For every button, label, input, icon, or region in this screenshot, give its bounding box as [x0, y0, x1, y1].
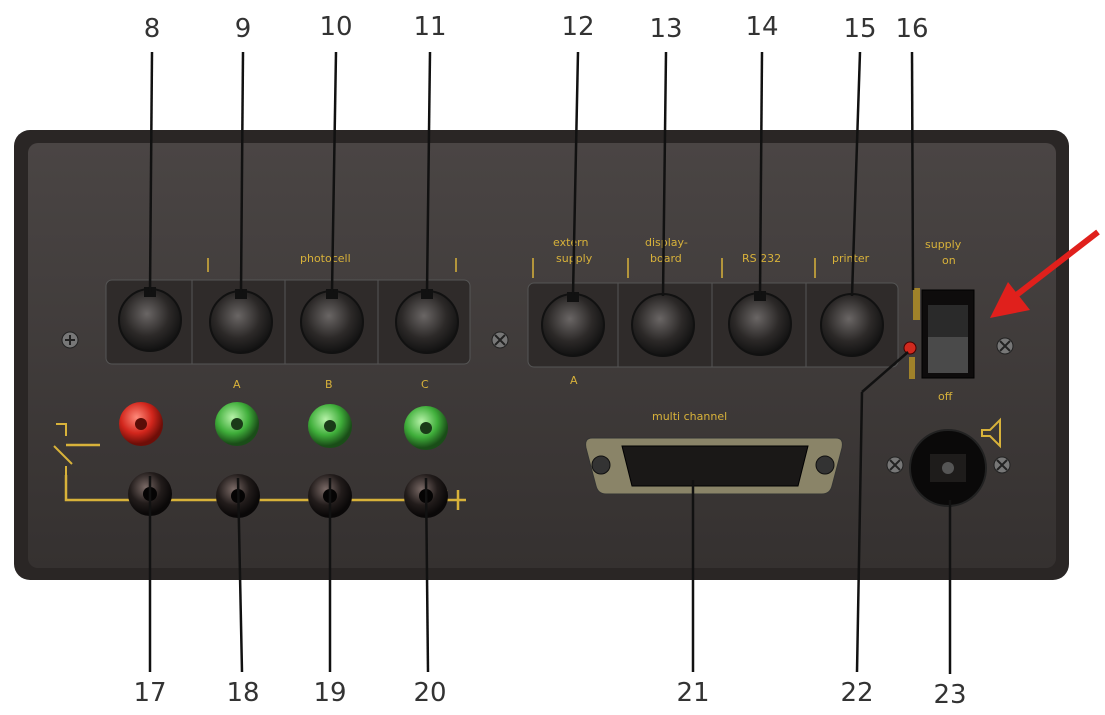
- printer-label: printer: [832, 252, 870, 265]
- a-under-label: A: [570, 374, 578, 387]
- jack-hole: [135, 418, 147, 430]
- jack-hole: [420, 422, 432, 434]
- display-board-label-1: display-: [645, 236, 688, 249]
- jack-a-label: A: [233, 378, 241, 391]
- screw-icon: [996, 337, 1014, 355]
- supply-label: supply: [925, 238, 962, 251]
- off-label: off: [938, 390, 953, 403]
- led-indicator: [903, 341, 917, 355]
- jack-hole: [324, 420, 336, 432]
- jack-b-label: B: [325, 378, 333, 391]
- speaker-socket: [909, 429, 987, 507]
- din-socket-10: [300, 289, 364, 354]
- screw-icon: [886, 456, 904, 474]
- din-socket-13: [631, 293, 695, 357]
- din-socket-14: [728, 291, 792, 356]
- on-label: on: [942, 254, 956, 267]
- din-socket-12: [541, 292, 605, 357]
- din-socket-15: [820, 293, 884, 357]
- din-socket-11: [395, 289, 459, 354]
- multi-channel-d-sub-connector: [585, 437, 843, 495]
- fuse-marker: [913, 288, 920, 320]
- rear-panel-photo: photocell extern supply display- board R…: [14, 51, 1100, 674]
- din-socket-9: [209, 289, 273, 354]
- fuse-marker: [909, 357, 915, 379]
- screw-icon: [491, 331, 509, 349]
- screw-icon: [993, 456, 1011, 474]
- jack-c-label: C: [421, 378, 429, 391]
- extern-supply-label-1: extern: [553, 236, 588, 249]
- photocell-label: photocell: [300, 252, 351, 265]
- multi-channel-label: multi channel: [652, 410, 727, 423]
- screw-icon: [61, 331, 79, 349]
- jack-hole: [231, 418, 243, 430]
- din-socket-8: [118, 287, 182, 352]
- display-board-label-2: board: [650, 252, 682, 265]
- power-switch[interactable]: [921, 289, 975, 379]
